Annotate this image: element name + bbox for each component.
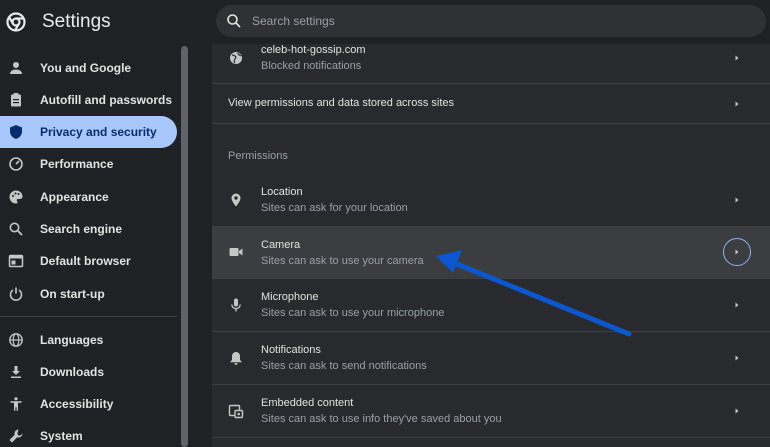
download-icon (8, 364, 24, 380)
chevron-right-icon (732, 195, 742, 205)
chevron-right-icon (732, 353, 742, 363)
chrome-logo-icon (6, 12, 26, 32)
settings-panel: celeb-hot-gossip.com Blocked notificatio… (212, 44, 770, 447)
wrench-icon (8, 428, 24, 444)
palette-icon (8, 189, 24, 205)
sidebar-item-you-and-google[interactable]: You and Google (0, 52, 177, 84)
sidebar-item-label: Privacy and security (40, 125, 157, 139)
permission-row-embedded-content[interactable]: Embedded content Sites can ask to use in… (212, 385, 770, 438)
permission-title: Location (261, 186, 303, 198)
sidebar-item-autofill[interactable]: Autofill and passwords (0, 84, 177, 116)
sidebar-item-on-start-up[interactable]: On start-up (0, 278, 177, 310)
globe-icon (8, 332, 24, 348)
sidebar-item-label: Search engine (40, 222, 123, 236)
person-icon (8, 60, 24, 76)
clipboard-icon (8, 92, 24, 108)
sidebar-item-system[interactable]: System (0, 420, 177, 447)
sidebar-item-downloads[interactable]: Downloads (0, 356, 177, 388)
bell-icon (228, 350, 244, 366)
permission-subtitle: Sites can ask to use your microphone (261, 307, 445, 319)
sidebar-item-label: Performance (40, 157, 114, 171)
sidebar-item-label: System (40, 429, 83, 443)
chevron-right-icon (732, 300, 742, 310)
search-input[interactable] (252, 5, 752, 37)
gauge-icon (8, 156, 24, 172)
sidebar-item-label: Autofill and passwords (40, 93, 173, 107)
globe-icon (228, 50, 244, 66)
view-permissions-row[interactable]: View permissions and data stored across … (212, 84, 770, 124)
permission-title: Camera (261, 239, 301, 251)
search-box[interactable] (216, 5, 766, 37)
shield-icon (8, 124, 24, 140)
browser-icon (8, 253, 24, 269)
header: Settings (0, 0, 770, 44)
permission-title: Notifications (261, 344, 321, 356)
sidebar-item-label: You and Google (40, 61, 132, 75)
permissions-section-title: Permissions (228, 150, 288, 162)
sidebar-item-default-browser[interactable]: Default browser (0, 245, 177, 277)
sidebar-scrollbar[interactable] (181, 46, 188, 447)
view-permissions-label: View permissions and data stored across … (228, 97, 455, 109)
site-row[interactable]: celeb-hot-gossip.com Blocked notificatio… (212, 44, 770, 84)
camera-icon (228, 244, 244, 260)
permission-subtitle: Sites can ask to use your camera (261, 255, 424, 267)
sidebar-item-label: Downloads (40, 365, 105, 379)
sidebar-divider (0, 316, 177, 317)
sidebar-item-label: Default browser (40, 254, 131, 268)
sidebar-item-accessibility[interactable]: Accessibility (0, 388, 177, 420)
page-title: Settings (42, 11, 111, 32)
location-icon (228, 192, 244, 208)
sidebar: You and Google Autofill and passwords Pr… (0, 50, 180, 447)
power-icon (8, 286, 24, 302)
sidebar-item-label: Accessibility (40, 397, 114, 411)
search-icon (8, 221, 24, 237)
chevron-right-icon (732, 406, 742, 416)
permission-subtitle: Sites can ask to use info they've saved … (261, 413, 502, 425)
embedded-content-icon (228, 403, 244, 419)
chevron-right-icon (732, 53, 742, 63)
permission-subtitle: Sites can ask for your location (261, 202, 408, 214)
sidebar-item-privacy-and-security[interactable]: Privacy and security (0, 116, 177, 148)
site-subtitle: Blocked notifications (261, 60, 362, 72)
sidebar-item-languages[interactable]: Languages (0, 324, 177, 356)
accessibility-icon (8, 396, 24, 412)
permission-subtitle: Sites can ask to send notifications (261, 360, 427, 372)
permission-row-camera[interactable]: Camera Sites can ask to use your camera (212, 226, 770, 279)
sidebar-item-label: Appearance (40, 190, 109, 204)
chevron-right-icon (732, 99, 742, 109)
microphone-icon (228, 297, 244, 313)
permission-title: Embedded content (261, 397, 354, 409)
chevron-right-icon[interactable] (723, 238, 751, 266)
permission-row-location[interactable]: Location Sites can ask for your location (212, 174, 770, 227)
sidebar-item-performance[interactable]: Performance (0, 148, 177, 180)
sidebar-item-label: On start-up (40, 287, 105, 301)
permission-row-microphone[interactable]: Microphone Sites can ask to use your mic… (212, 279, 770, 332)
permission-row-notifications[interactable]: Notifications Sites can ask to send noti… (212, 332, 770, 385)
permission-title: Microphone (261, 291, 319, 303)
sidebar-item-appearance[interactable]: Appearance (0, 181, 177, 213)
sidebar-item-search-engine[interactable]: Search engine (0, 213, 177, 245)
search-icon (226, 13, 242, 29)
sidebar-item-label: Languages (40, 333, 104, 347)
site-title: celeb-hot-gossip.com (261, 44, 366, 56)
